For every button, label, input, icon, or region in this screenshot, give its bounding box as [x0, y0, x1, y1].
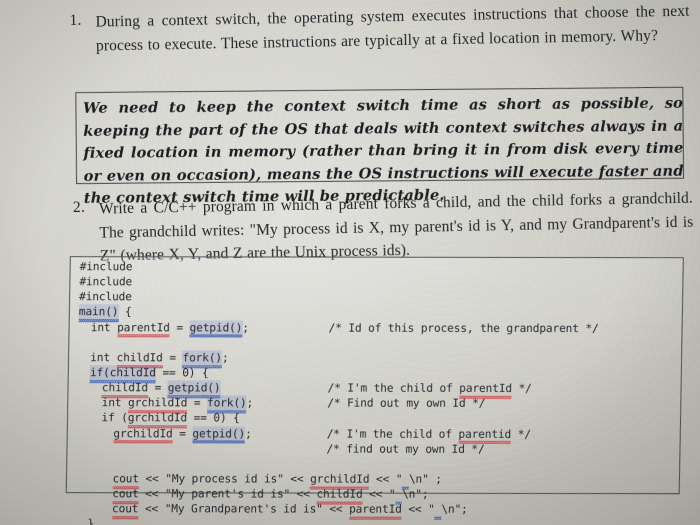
code-comment: /* I'm the child of parentid */: [326, 427, 532, 441]
code-line-text: int grchildId = fork();: [101, 395, 254, 411]
code-line-text: if (grchildId == 0) {: [101, 411, 240, 425]
code-line-text: }: [87, 517, 95, 525]
scanned-page: 1. During a context switch, the operatin…: [0, 0, 700, 525]
code-line-text: #include: [79, 290, 132, 304]
code-line-text: #include: [79, 275, 133, 289]
question-1-text: During a context switch, the operating s…: [95, 2, 690, 55]
code-comment: /* I'm the child of parentId */: [327, 381, 532, 396]
code-line-text: if(childId == 0) {: [89, 365, 209, 381]
code-comment: /* Find out my own Id */: [327, 396, 486, 411]
question-1: 1. During a context switch, the operatin…: [69, 0, 690, 58]
code-line-text: childId = getpid(): [101, 380, 221, 396]
code-line-text: cout << "My parent's id is" << childId <…: [112, 487, 429, 501]
code-line-text: #include: [79, 260, 133, 274]
code-comment: /* Id of this process, the grandparent *…: [328, 321, 599, 335]
code-line-text: cout << "My process id is" << grchildId …: [112, 472, 442, 486]
code-line-text: grchildId = getpid();: [113, 425, 252, 442]
code-line-text: int parentId = getpid();: [90, 319, 249, 336]
code-line-text: cout << "My Grandparent's id is" << pare…: [111, 502, 468, 517]
code-comment: /* find out my own Id */: [326, 442, 485, 456]
code-listing: #include #include #include main() {int pare…: [65, 256, 684, 525]
code-line-text: int childId = fork();: [90, 350, 229, 366]
paper-sheet: 1. During a context switch, the operatin…: [0, 0, 700, 525]
question-1-number: 1.: [69, 11, 82, 30]
question-2-number: 2.: [72, 198, 86, 217]
code-line-text: main() {: [78, 304, 132, 320]
